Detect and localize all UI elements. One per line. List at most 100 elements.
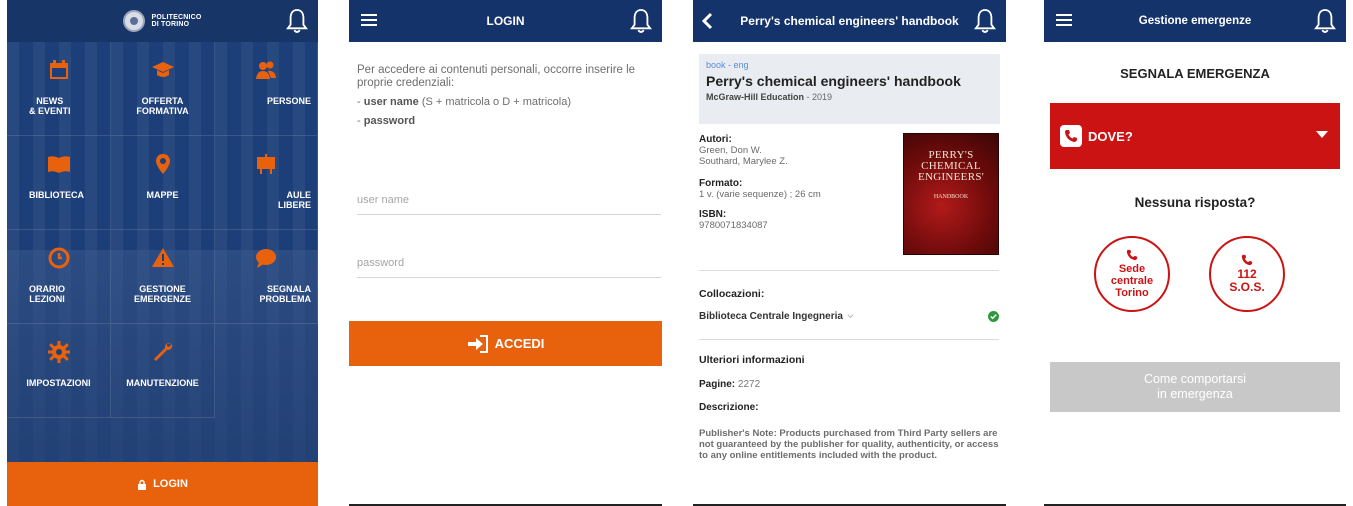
polito-seal-icon bbox=[123, 10, 146, 32]
requirement-password: - password bbox=[357, 115, 416, 127]
phone-icon bbox=[1241, 254, 1253, 266]
tile-biblioteca[interactable]: BIBLIOTECA bbox=[7, 136, 111, 230]
pages-value: 2272 bbox=[737, 379, 761, 390]
publish-year: - 2019 bbox=[804, 92, 833, 102]
logo-line1: POLITECNICO bbox=[151, 14, 202, 21]
tile-label: FORMATIVA bbox=[136, 106, 189, 116]
book-detail-screen: Perry's chemical engineers' handbook boo… bbox=[693, 0, 1006, 506]
tile-segnala-problema[interactable]: SEGNALA PROBLEMA bbox=[215, 230, 318, 324]
wrench-icon bbox=[153, 342, 172, 361]
gear-icon bbox=[47, 341, 70, 363]
sign-in-icon bbox=[467, 334, 488, 353]
location-name: Biblioteca Centrale Ingegneria bbox=[699, 311, 843, 322]
requirement-rest: (S + matricola o D + matricola) bbox=[418, 96, 571, 108]
bell-icon[interactable] bbox=[1314, 8, 1336, 34]
tile-mappe[interactable]: MAPPE bbox=[111, 136, 215, 230]
pages-row: Pagine: 2272 bbox=[699, 379, 760, 390]
accedi-button[interactable]: ACCEDI bbox=[349, 321, 662, 366]
divider bbox=[699, 270, 999, 271]
menu-icon[interactable] bbox=[1056, 14, 1072, 26]
tile-offerta-formativa[interactable]: OFFERTA FORMATIVA bbox=[111, 42, 215, 136]
call-torino-button[interactable]: Sede centrale Torino bbox=[1094, 236, 1170, 312]
book-header: Perry's chemical engineers' handbook bbox=[693, 0, 1006, 42]
page-title: LOGIN bbox=[486, 14, 525, 28]
call-label: Sede bbox=[1118, 263, 1146, 275]
description-label: Descrizione: bbox=[699, 402, 759, 413]
chat-icon bbox=[256, 249, 276, 268]
emergency-screen: Gestione emergenze SEGNALA EMERGENZA DOV… bbox=[1044, 0, 1346, 506]
caret-down-icon bbox=[1316, 131, 1328, 138]
format-label: Formato: bbox=[699, 178, 743, 189]
author: Southard, Marylee Z. bbox=[699, 156, 788, 167]
publisher-name: McGraw-Hill Education bbox=[706, 92, 805, 102]
call-label: S.O.S. bbox=[1229, 280, 1265, 294]
tile-label: MAPPE bbox=[146, 190, 179, 200]
bell-icon[interactable] bbox=[630, 8, 652, 34]
tile-label: PERSONE bbox=[266, 96, 311, 106]
login-screen: LOGIN Per accedere ai contenuti personal… bbox=[349, 0, 662, 506]
emergency-header: Gestione emergenze bbox=[1044, 0, 1346, 42]
location-row[interactable]: Biblioteca Centrale Ingegneria bbox=[699, 311, 999, 322]
tile-label: LIBERE bbox=[277, 200, 311, 210]
tile-label: ORARIO bbox=[29, 284, 65, 294]
tile-label: PROBLEMA bbox=[259, 294, 312, 304]
tile-orario-lezioni[interactable]: ORARIO LEZIONI bbox=[7, 230, 111, 324]
people-icon bbox=[256, 61, 276, 79]
home-header: POLITECNICO DI TORINO bbox=[7, 0, 318, 42]
tile-label: & EVENTI bbox=[29, 106, 71, 116]
isbn-value: 9780071834087 bbox=[699, 220, 768, 231]
login-button[interactable]: LOGIN bbox=[7, 462, 318, 506]
login-intro: Per accedere ai contenuti personali, occ… bbox=[357, 64, 636, 89]
requirement-bold: password bbox=[363, 115, 416, 127]
available-check-icon bbox=[988, 311, 999, 322]
cover-title-line: ENGINEERS' bbox=[917, 171, 985, 183]
tile-aule-libere[interactable]: AULE LIBERE bbox=[215, 136, 318, 230]
bell-icon[interactable] bbox=[286, 8, 308, 34]
location-dropdown[interactable]: DOVE? bbox=[1050, 103, 1340, 169]
book-icon bbox=[47, 156, 70, 173]
tile-impostazioni[interactable]: IMPOSTAZIONI bbox=[7, 324, 111, 418]
tile-label: EMERGENZE bbox=[133, 294, 191, 304]
dropdown-label: DOVE? bbox=[1088, 128, 1133, 144]
call-112-button[interactable]: 112 S.O.S. bbox=[1209, 236, 1285, 312]
authors-label: Autori: bbox=[699, 134, 732, 145]
tile-label: BIBLIOTECA bbox=[29, 190, 84, 200]
phone-icon bbox=[1060, 125, 1082, 147]
tile-label: LEZIONI bbox=[29, 294, 65, 304]
call-label: centrale bbox=[1110, 275, 1154, 287]
password-field[interactable] bbox=[357, 248, 661, 278]
tile-news-eventi[interactable]: NEWS & EVENTI bbox=[7, 42, 111, 136]
classroom-icon bbox=[257, 154, 275, 174]
author: Green, Don W. bbox=[699, 145, 762, 156]
chevron-down-icon bbox=[847, 314, 854, 318]
tile-gestione-emergenze[interactable]: GESTIONE EMERGENZE bbox=[111, 230, 215, 324]
username-field[interactable] bbox=[357, 185, 661, 215]
clock-icon bbox=[48, 247, 69, 269]
tile-label: SEGNALA bbox=[266, 284, 311, 294]
requirement-bold: user name bbox=[363, 96, 419, 108]
tile-label: NEWS bbox=[36, 96, 64, 106]
locations-label: Collocazioni: bbox=[699, 288, 765, 300]
no-answer-label: Nessuna risposta? bbox=[1134, 195, 1256, 210]
login-header: LOGIN bbox=[349, 0, 662, 42]
tile-manutenzione[interactable]: MANUTENZIONE bbox=[111, 324, 215, 418]
book-title: Perry's chemical engineers' handbook bbox=[706, 73, 961, 89]
book-publisher: McGraw-Hill Education - 2019 bbox=[706, 92, 993, 102]
description-text: Publisher's Note: Products purchased fro… bbox=[699, 428, 999, 461]
lock-icon bbox=[138, 479, 147, 490]
login-label: LOGIN bbox=[153, 478, 188, 490]
call-label: Torino bbox=[1115, 287, 1149, 299]
cover-subtitle: HANDBOOK bbox=[933, 194, 969, 200]
tile-persone[interactable]: PERSONE bbox=[215, 42, 318, 136]
behaviour-guide-button[interactable]: Come comportarsi in emergenza bbox=[1050, 362, 1340, 412]
home-menu-grid: NEWS & EVENTI OFFERTA FORMATIVA PERSONE BI… bbox=[7, 42, 318, 418]
bell-icon[interactable] bbox=[974, 8, 996, 34]
divider bbox=[699, 339, 999, 340]
menu-icon[interactable] bbox=[361, 14, 377, 26]
map-pin-icon bbox=[155, 154, 170, 174]
page-title: Gestione emergenze bbox=[1138, 15, 1252, 27]
phone-icon bbox=[1126, 249, 1138, 261]
back-arrow-icon[interactable] bbox=[701, 12, 713, 30]
requirement-username: - user name (S + matricola o D + matrico… bbox=[357, 96, 571, 108]
guide-label: Come comportarsi bbox=[1143, 372, 1247, 386]
